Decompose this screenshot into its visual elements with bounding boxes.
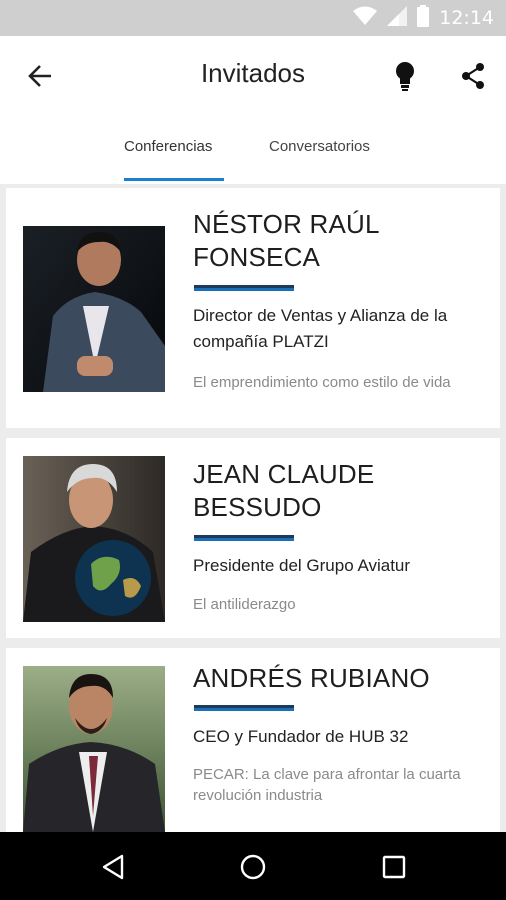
page-title: Invitados xyxy=(200,58,306,88)
signal-icon xyxy=(387,5,408,31)
divider xyxy=(194,285,294,291)
speaker-photo xyxy=(23,666,165,832)
wifi-icon xyxy=(353,6,378,31)
speaker-card[interactable]: ANDRÉS RUBIANO CEO y Fundador de HUB 32 … xyxy=(6,648,500,832)
speaker-name: NÉSTOR RAÚL FONSECA xyxy=(193,209,379,272)
talk-title: El emprendimiento como estilo de vida xyxy=(193,374,451,391)
battery-icon xyxy=(417,4,430,32)
speaker-photo xyxy=(23,456,165,622)
speaker-name: JEAN CLAUDE BESSUDO xyxy=(193,459,375,522)
divider xyxy=(194,705,294,711)
back-triangle-icon[interactable] xyxy=(96,850,130,884)
share-icon[interactable] xyxy=(456,58,490,94)
tab-indicator xyxy=(124,178,224,181)
talk-title: PECAR: La clave para afrontar la cuarta … xyxy=(193,766,461,804)
speaker-card[interactable]: NÉSTOR RAÚL FONSECA Director de Ventas y… xyxy=(6,188,500,428)
divider xyxy=(194,535,294,541)
speaker-role: Presidente del Grupo Aviatur xyxy=(193,556,411,575)
clock: 12:14 xyxy=(439,7,494,29)
tab-conferencias[interactable]: Conferencias xyxy=(124,138,212,155)
tab-conversatorios[interactable]: Conversatorios xyxy=(269,138,370,155)
speaker-role: CEO y Fundador de HUB 32 xyxy=(193,727,409,746)
tab-bar: Conferencias Conversatorios xyxy=(0,114,506,184)
status-bar: 12:14 xyxy=(0,0,506,36)
lightbulb-icon[interactable] xyxy=(388,58,422,94)
speaker-role: Director de Ventas y Alianza de la compa… xyxy=(193,306,448,351)
speaker-photo xyxy=(23,226,165,392)
system-nav-bar xyxy=(0,832,506,900)
speaker-card[interactable]: JEAN CLAUDE BESSUDO Presidente del Grupo… xyxy=(6,438,500,638)
app-bar: Invitados xyxy=(0,36,506,114)
speaker-name: ANDRÉS RUBIANO xyxy=(193,663,430,693)
speaker-list[interactable]: NÉSTOR RAÚL FONSECA Director de Ventas y… xyxy=(0,184,506,832)
home-circle-icon[interactable] xyxy=(236,850,270,884)
talk-title: El antiliderazgo xyxy=(193,596,296,613)
recents-square-icon[interactable] xyxy=(377,850,411,884)
